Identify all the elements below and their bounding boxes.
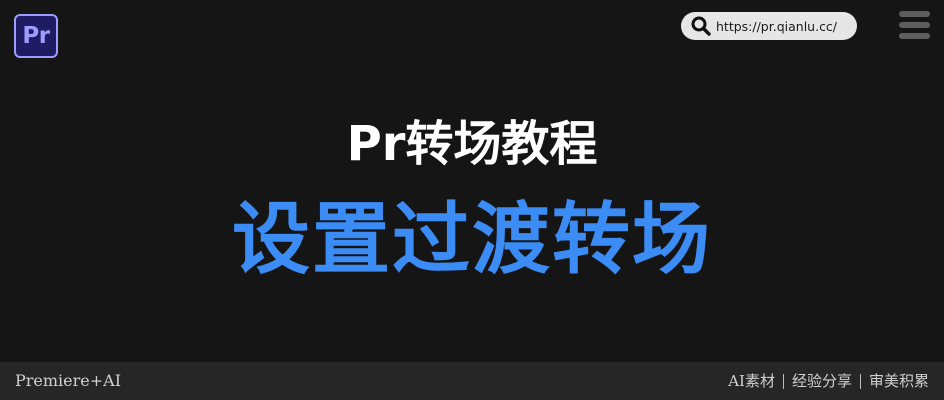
footer-link-aesthetic-accumulation[interactable]: 审美积累 [869,362,929,400]
footer-divider [782,373,784,389]
url-bar[interactable]: https://pr.qianlu.cc/ [681,12,857,40]
footer-link-ai-materials[interactable]: AI素材 [728,362,775,400]
search-icon[interactable] [690,15,712,37]
footer-brand-text: Premiere+AI [15,371,122,390]
premiere-pro-logo[interactable]: Pr [14,14,58,58]
page-subtitle: Pr转场教程 [346,116,598,172]
url-text[interactable]: https://pr.qianlu.cc/ [716,19,837,34]
menu-bar-line [899,22,930,28]
footer-links: AI素材 经验分享 审美积累 [728,362,929,400]
hamburger-menu-icon[interactable] [899,11,930,39]
footer-divider [859,373,861,389]
menu-bar-line [899,33,930,39]
footer-link-experience-sharing[interactable]: 经验分享 [792,362,852,400]
page-title: 设置过渡转场 [231,195,712,285]
menu-bar-line [899,11,930,17]
footer-bar: Premiere+AI AI素材 经验分享 审美积累 [0,362,944,400]
